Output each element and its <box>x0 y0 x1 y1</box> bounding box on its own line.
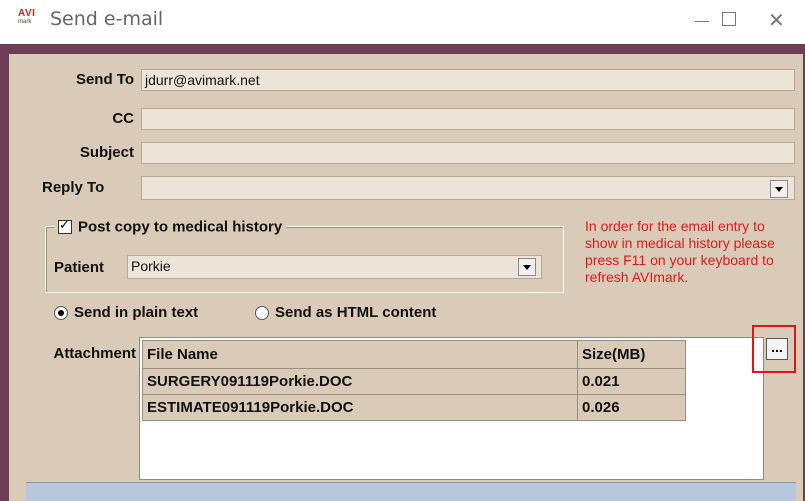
file-name-cell: ESTIMATE091119Porkie.DOC <box>142 394 578 421</box>
patient-dropdown-button[interactable] <box>518 258 536 276</box>
minimize-icon <box>695 21 709 22</box>
post-copy-checkbox-row[interactable]: ✓ Post copy to medical history <box>54 216 287 236</box>
file-name-cell: SURGERY091119Porkie.DOC <box>142 368 578 395</box>
post-copy-checkbox[interactable]: ✓ <box>58 216 72 234</box>
attachment-table-header: File Name Size(MB) <box>142 340 686 369</box>
checkmark-icon: ✓ <box>59 216 70 232</box>
file-size-cell: 0.021 <box>577 368 686 395</box>
subject-label: Subject <box>79 144 134 161</box>
cc-input[interactable] <box>141 108 795 130</box>
attachment-table: File Name Size(MB) SURGERY091119Porkie.D… <box>142 340 686 421</box>
send-to-label: Send To <box>75 71 134 88</box>
refresh-note: In order for the email entry to show in … <box>585 218 775 285</box>
window-title: Send e-mail <box>50 8 164 30</box>
plain-text-radio-option[interactable]: Send in plain text <box>54 304 198 321</box>
table-row[interactable]: SURGERY091119Porkie.DOC 0.021 <box>142 368 686 395</box>
send-to-input[interactable]: jdurr@avimark.net <box>141 69 795 91</box>
logo-top-text: AVI <box>18 8 36 19</box>
cc-label: CC <box>112 110 134 127</box>
browse-attachment-button[interactable]: ... <box>766 338 788 360</box>
attachment-label: Attachment <box>53 345 136 362</box>
html-content-radio[interactable] <box>255 306 269 321</box>
chevron-down-icon <box>775 187 783 192</box>
patient-label: Patient <box>54 259 105 276</box>
avimark-logo-icon: AVI mark <box>18 9 42 27</box>
column-header-file-name[interactable]: File Name <box>142 340 578 369</box>
plain-text-radio[interactable] <box>54 306 68 321</box>
chevron-down-icon <box>523 265 531 270</box>
html-content-radio-option[interactable]: Send as HTML content <box>255 304 436 321</box>
patient-select[interactable]: Porkie <box>127 255 542 279</box>
html-content-label: Send as HTML content <box>275 304 437 321</box>
subject-input[interactable] <box>141 142 795 164</box>
reply-to-label: Reply To <box>42 179 105 196</box>
reply-to-select[interactable] <box>141 176 795 200</box>
post-copy-label: Post copy to medical history <box>78 218 283 236</box>
title-bar[interactable]: AVI mark Send e-mail ✕ <box>0 0 805 44</box>
send-email-window: AVI mark Send e-mail ✕ Send To jdurr@avi… <box>0 0 805 501</box>
table-row[interactable]: ESTIMATE091119Porkie.DOC 0.026 <box>142 394 686 421</box>
message-body-area[interactable] <box>26 482 796 501</box>
plain-text-label: Send in plain text <box>74 304 199 321</box>
maximize-icon <box>722 12 736 26</box>
file-size-cell: 0.026 <box>577 394 686 421</box>
close-icon: ✕ <box>768 8 785 32</box>
logo-bottom-text: mark <box>18 19 32 25</box>
column-header-size[interactable]: Size(MB) <box>577 340 686 369</box>
reply-to-dropdown-button[interactable] <box>770 180 788 198</box>
